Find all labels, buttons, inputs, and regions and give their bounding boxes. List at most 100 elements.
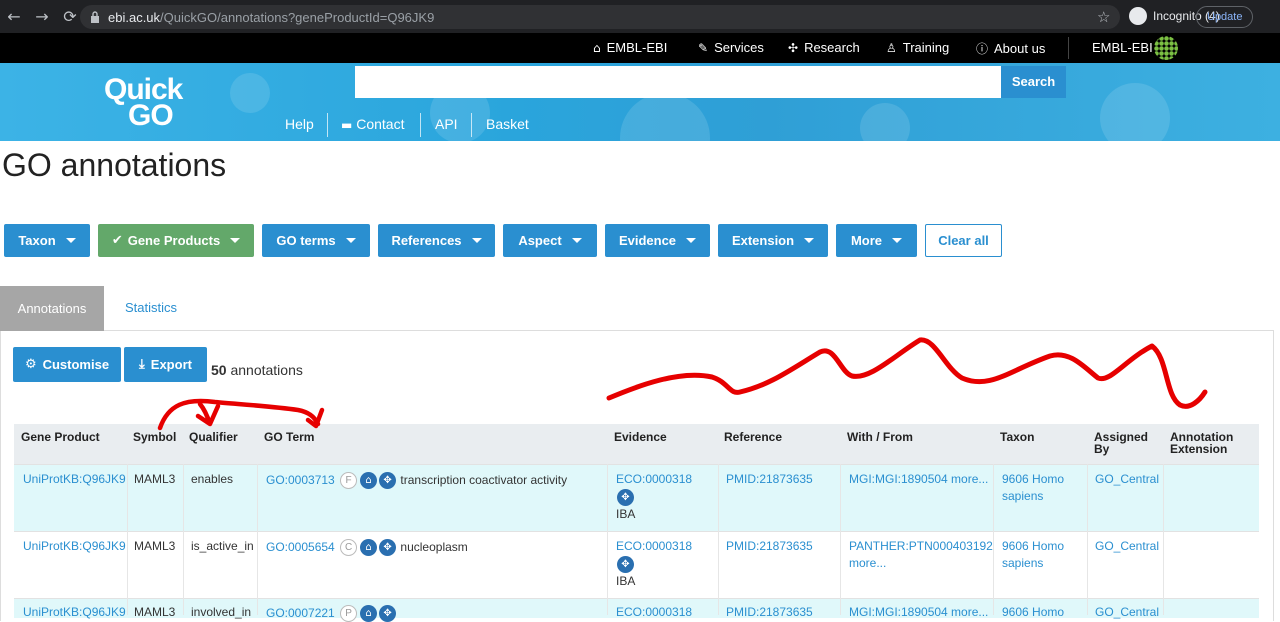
nav-contact[interactable]: ▬ Contact — [341, 116, 404, 132]
clear-all-button[interactable]: Clear all — [925, 224, 1002, 257]
address-bar[interactable]: ebi.ac.uk/QuickGO/annotations?geneProduc… — [80, 5, 1120, 29]
wrench-icon: ✎ — [698, 40, 709, 55]
assigned-by-link[interactable]: GO_Central — [1095, 471, 1159, 488]
go-term-cell: GO:0007221 P ⌂ ✥ — [266, 605, 397, 622]
col-header-taxon[interactable]: Taxon — [1000, 431, 1034, 443]
go-id-link[interactable]: GO:0007221 — [266, 606, 335, 620]
go-id-link[interactable]: GO:0003713 — [266, 473, 335, 487]
go-term-name: nucleoplasm — [400, 540, 468, 554]
ancestors-icon[interactable]: ✥ — [379, 605, 397, 622]
basket-icon[interactable]: ⌂ — [360, 605, 378, 622]
go-terms-filter-button[interactable]: GO terms — [262, 224, 370, 257]
col-header-symbol[interactable]: Symbol — [133, 431, 176, 443]
reference-link[interactable]: PMID:21873635 — [726, 604, 813, 621]
evidence-ancestors-icon[interactable]: ✥ — [616, 488, 634, 506]
symbol-cell: MAML3 — [134, 539, 176, 553]
with-from-link[interactable]: MGI:MGI:1890504 more... — [849, 604, 988, 621]
taxon-link[interactable]: 9606 Homo — [1002, 604, 1064, 621]
taxon-filter-label: Taxon — [18, 233, 56, 248]
ancestors-icon[interactable]: ✥ — [379, 472, 397, 490]
header-decoration — [860, 103, 910, 141]
with-from-link[interactable]: MGI:MGI:1890504 more... — [849, 471, 988, 488]
column-divider — [1163, 464, 1164, 615]
search-button[interactable]: Search — [1001, 66, 1066, 98]
ebi-home-link[interactable]: ⌂ EMBL-EBI — [593, 40, 667, 55]
evidence-filter-label: Evidence — [618, 233, 677, 248]
assigned-by-link[interactable]: GO_Central — [1095, 538, 1159, 555]
assigned-by-link[interactable]: GO_Central — [1095, 604, 1159, 621]
with-from-id: PANTHER:PTN000403192 — [849, 539, 993, 553]
quickgo-logo[interactable]: Quick GO — [100, 71, 196, 133]
back-icon[interactable]: ← — [0, 7, 28, 26]
evidence-filter-button[interactable]: Evidence — [605, 224, 710, 257]
basket-icon[interactable]: ⌂ — [360, 472, 378, 490]
aspect-filter-button[interactable]: Aspect — [503, 224, 597, 257]
ebi-logo-label[interactable]: EMBL-EBI — [1092, 40, 1153, 55]
tab-statistics[interactable]: Statistics — [125, 300, 177, 315]
forward-icon[interactable]: → — [28, 7, 56, 26]
reference-link[interactable]: PMID:21873635 — [726, 538, 813, 555]
export-button[interactable]: ⤓ Export — [124, 347, 207, 382]
taxon-name: sapiens — [1002, 489, 1044, 503]
nav-help[interactable]: Help — [285, 116, 314, 132]
gene-products-filter-label: Gene Products — [127, 233, 221, 248]
nav-separator — [420, 113, 421, 137]
extension-filter-button[interactable]: Extension — [718, 224, 828, 257]
taxon-link[interactable]: 9606 Homo sapiens — [1002, 538, 1064, 572]
col-header-assigned-by-line2: By — [1094, 442, 1110, 456]
col-header-reference[interactable]: Reference — [724, 431, 782, 443]
more-filter-button[interactable]: More — [836, 224, 917, 257]
col-header-gene-product[interactable]: Gene Product — [21, 431, 100, 443]
download-icon: ⤓ — [139, 357, 145, 372]
go-term-cell: GO:0005654 C ⌂ ✥ nucleoplasm — [266, 539, 468, 557]
evidence-code: IBA — [616, 574, 636, 588]
bookmark-star-icon[interactable]: ☆ — [1097, 8, 1110, 26]
tab-annotations[interactable]: Annotations — [0, 286, 104, 331]
references-filter-button[interactable]: References — [378, 224, 495, 257]
evidence-ancestors-icon[interactable]: ✥ — [616, 555, 634, 573]
update-button[interactable]: Update — [1196, 6, 1254, 28]
qualifier-cell: is_active_in — [191, 539, 254, 553]
header-decoration — [230, 73, 270, 113]
go-terms-filter-label: GO terms — [276, 233, 336, 248]
col-header-annotation-extension-line2: Extension — [1170, 442, 1228, 456]
gene-products-filter-button[interactable]: ✔ Gene Products — [98, 224, 254, 257]
column-divider — [993, 464, 994, 615]
nav-basket[interactable]: Basket — [486, 116, 529, 132]
go-id-link[interactable]: GO:0005654 — [266, 540, 335, 554]
caret-down-icon — [471, 238, 482, 243]
col-header-qualifier[interactable]: Qualifier — [189, 431, 238, 443]
column-divider — [127, 464, 128, 615]
evidence-link[interactable]: ECO:0000318 — [616, 604, 692, 621]
ebi-training-link[interactable]: ♙ Training — [886, 40, 949, 55]
ebi-services-link[interactable]: ✎ Services — [698, 40, 764, 55]
with-from-more: more... — [849, 556, 887, 570]
url-host: ebi.ac.uk — [108, 9, 161, 25]
aspect-badge: F — [340, 472, 358, 490]
ebi-research-link[interactable]: ✣ Research — [788, 40, 860, 55]
url-text: ebi.ac.uk/QuickGO/annotations?geneProduc… — [108, 10, 434, 25]
col-header-assigned-by[interactable]: Assigned By — [1094, 431, 1148, 455]
reference-link[interactable]: PMID:21873635 — [726, 471, 813, 488]
taxon-filter-button[interactable]: Taxon — [4, 224, 90, 257]
evidence-code: IBA — [616, 507, 636, 521]
gene-product-link[interactable]: UniProtKB:Q96JK9 — [23, 604, 126, 621]
search-input[interactable] — [355, 66, 1001, 98]
caret-down-icon — [65, 238, 76, 243]
col-header-annotation-extension[interactable]: Annotation Extension — [1170, 431, 1233, 455]
ancestors-icon[interactable]: ✥ — [379, 539, 397, 557]
caret-down-icon — [804, 238, 815, 243]
gene-product-link[interactable]: UniProtKB:Q96JK9 — [23, 538, 126, 555]
nav-api[interactable]: API — [435, 116, 458, 132]
with-from-link[interactable]: PANTHER:PTN000403192 more... — [849, 538, 993, 572]
evidence-link[interactable]: ECO:0000318 — [616, 471, 692, 488]
col-header-evidence[interactable]: Evidence — [614, 431, 667, 443]
basket-icon[interactable]: ⌂ — [360, 539, 378, 557]
gene-product-link[interactable]: UniProtKB:Q96JK9 — [23, 471, 126, 488]
customise-button[interactable]: ⚙ Customise — [13, 347, 121, 382]
ebi-about-link[interactable]: ⓘ About us — [976, 40, 1045, 57]
col-header-with-from[interactable]: With / From — [847, 431, 913, 443]
taxon-link[interactable]: 9606 Homo sapiens — [1002, 471, 1064, 505]
evidence-link[interactable]: ECO:0000318 — [616, 538, 692, 555]
col-header-go-term[interactable]: GO Term — [264, 431, 314, 443]
